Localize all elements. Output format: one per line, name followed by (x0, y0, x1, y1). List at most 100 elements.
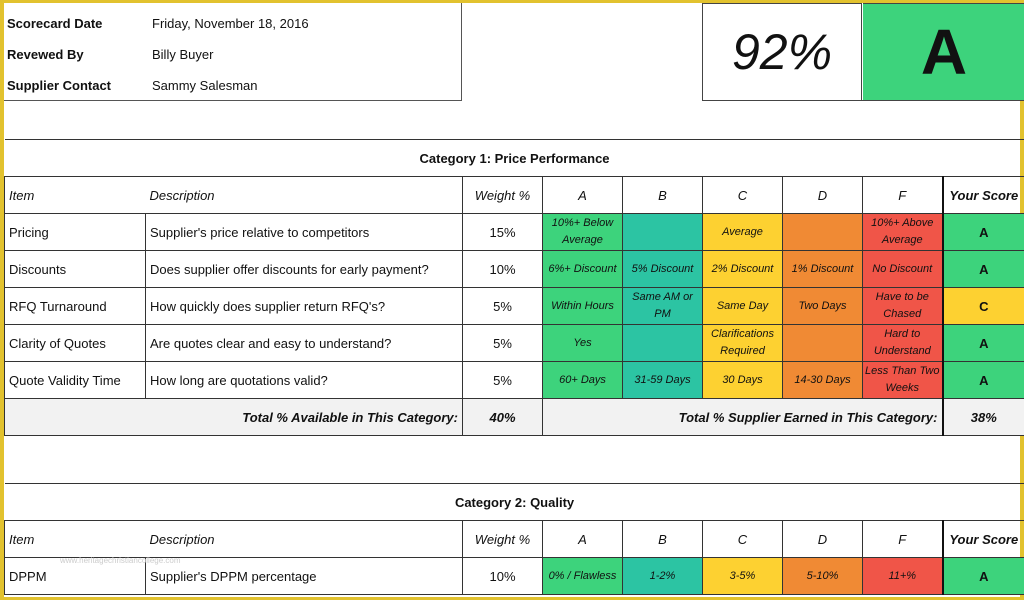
header-grade-b: B (622, 520, 703, 558)
row-description: How quickly does supplier return RFQ's? (145, 287, 463, 325)
header-grade-d: D (782, 176, 863, 214)
criteria-b (622, 213, 703, 251)
row-weight: 15% (462, 213, 543, 251)
row-weight: 5% (462, 361, 543, 399)
criteria-b: 5% Discount (622, 250, 703, 288)
your-score-cell[interactable]: C (941, 287, 1024, 325)
row-item: Pricing (4, 213, 146, 251)
table-row: Clarity of Quotes Are quotes clear and ea… (4, 324, 1024, 362)
column-header-row: Item Description Weight % A B C D F Your… (4, 520, 1024, 558)
criteria-f: Less Than Two Weeks (862, 361, 943, 399)
scorecard-info: Scorecard Date Friday, November 18, 2016… (4, 3, 462, 101)
header-grade-c: C (702, 176, 783, 214)
criteria-d (782, 213, 863, 251)
header-grade-c: C (702, 520, 783, 558)
row-weight: 10% (462, 250, 543, 288)
criteria-a: 60+ Days (542, 361, 623, 399)
criteria-f: Have to be Chased (862, 287, 943, 325)
row-weight: 10% (462, 557, 543, 595)
overall-score: 92% A (702, 3, 1024, 101)
criteria-f: 11+% (862, 557, 943, 595)
criteria-d (782, 324, 863, 362)
criteria-c: Average (702, 213, 783, 251)
header-grade-a: A (542, 176, 623, 214)
criteria-c: 30 Days (702, 361, 783, 399)
table-row: Quote Validity Time How long are quotatio… (4, 361, 1024, 399)
criteria-c: Same Day (702, 287, 783, 325)
row-description: Supplier's price relative to competitors (145, 213, 463, 251)
total-available-label: Total % Available in This Category: (4, 398, 463, 436)
criteria-f: 10%+ Above Average (862, 213, 943, 251)
total-earned-value: 38% (941, 398, 1024, 436)
your-score-cell[interactable]: A (941, 324, 1024, 362)
header-grade-d: D (782, 520, 863, 558)
your-score-cell[interactable]: A (941, 557, 1024, 595)
row-item: Clarity of Quotes (4, 324, 146, 362)
header-description: Description (145, 520, 463, 558)
header-item: Item (4, 176, 146, 214)
your-score-cell[interactable]: A (941, 213, 1024, 251)
your-score-cell[interactable]: A (941, 250, 1024, 288)
criteria-d: 5-10% (782, 557, 863, 595)
header-weight: Weight % (462, 176, 543, 214)
criteria-f: Hard to Understand (862, 324, 943, 362)
header-grade-f: F (862, 520, 943, 558)
table-row: Discounts Does supplier offer discounts f… (4, 250, 1024, 288)
your-score-cell[interactable]: A (941, 361, 1024, 399)
criteria-f: No Discount (862, 250, 943, 288)
category-1-table: Category 1: Price Performance Item Descr… (4, 139, 1024, 436)
info-label: Supplier Contact (7, 78, 112, 93)
category-2-table: Category 2: Quality Item Description Wei… (4, 483, 1024, 595)
header-your-score: Your Score (941, 520, 1024, 558)
row-description: How long are quotations valid? (145, 361, 463, 399)
row-description: Supplier's DPPM percentage (145, 557, 463, 595)
row-item: Quote Validity Time (4, 361, 146, 399)
info-value[interactable]: Sammy Salesman (152, 76, 257, 96)
row-description: Are quotes clear and easy to understand? (145, 324, 463, 362)
criteria-a: Yes (542, 324, 623, 362)
total-available-value: 40% (462, 398, 543, 436)
watermark: www.heritagechristiancollege.com (60, 556, 181, 565)
criteria-c: Clarifications Required (702, 324, 783, 362)
criteria-a: 6%+ Discount (542, 250, 623, 288)
category-title-row: Category 1: Price Performance (4, 139, 1024, 177)
header-your-score: Your Score (941, 176, 1024, 214)
criteria-b (622, 324, 703, 362)
totals-row: Total % Available in This Category: 40% … (4, 398, 1024, 436)
row-item: Discounts (4, 250, 146, 288)
info-value[interactable]: Friday, November 18, 2016 (152, 14, 309, 34)
category-title-row: Category 2: Quality (4, 483, 1024, 521)
criteria-c: 3-5% (702, 557, 783, 595)
header-grade-f: F (862, 176, 943, 214)
row-item: RFQ Turnaround (4, 287, 146, 325)
row-description: Does supplier offer discounts for early … (145, 250, 463, 288)
header-item: Item (4, 520, 146, 558)
category-title: Category 1: Price Performance (4, 139, 1024, 177)
info-value[interactable]: Billy Buyer (152, 45, 213, 65)
total-earned-label: Total % Supplier Earned in This Category… (542, 398, 943, 436)
row-weight: 5% (462, 287, 543, 325)
criteria-b: Same AM or PM (622, 287, 703, 325)
info-label: Scorecard Date (7, 16, 103, 31)
header-weight: Weight % (462, 520, 543, 558)
criteria-b: 1-2% (622, 557, 703, 595)
criteria-d: 1% Discount (782, 250, 863, 288)
header-description: Description (145, 176, 463, 214)
category-title: Category 2: Quality (4, 483, 1024, 521)
table-row: Pricing Supplier's price relative to comp… (4, 213, 1024, 251)
criteria-b: 31-59 Days (622, 361, 703, 399)
row-weight: 5% (462, 324, 543, 362)
info-label: Revewed By (7, 47, 84, 62)
criteria-d: 14-30 Days (782, 361, 863, 399)
header-grade-b: B (622, 176, 703, 214)
table-row: RFQ Turnaround How quickly does supplier … (4, 287, 1024, 325)
criteria-a: Within Hours (542, 287, 623, 325)
header-grade-a: A (542, 520, 623, 558)
criteria-a: 0% / Flawless (542, 557, 623, 595)
overall-grade: A (863, 3, 1024, 100)
overall-percent: 92% (703, 3, 862, 100)
criteria-a: 10%+ Below Average (542, 213, 623, 251)
criteria-c: 2% Discount (702, 250, 783, 288)
criteria-d: Two Days (782, 287, 863, 325)
column-header-row: Item Description Weight % A B C D F Your… (4, 176, 1024, 214)
